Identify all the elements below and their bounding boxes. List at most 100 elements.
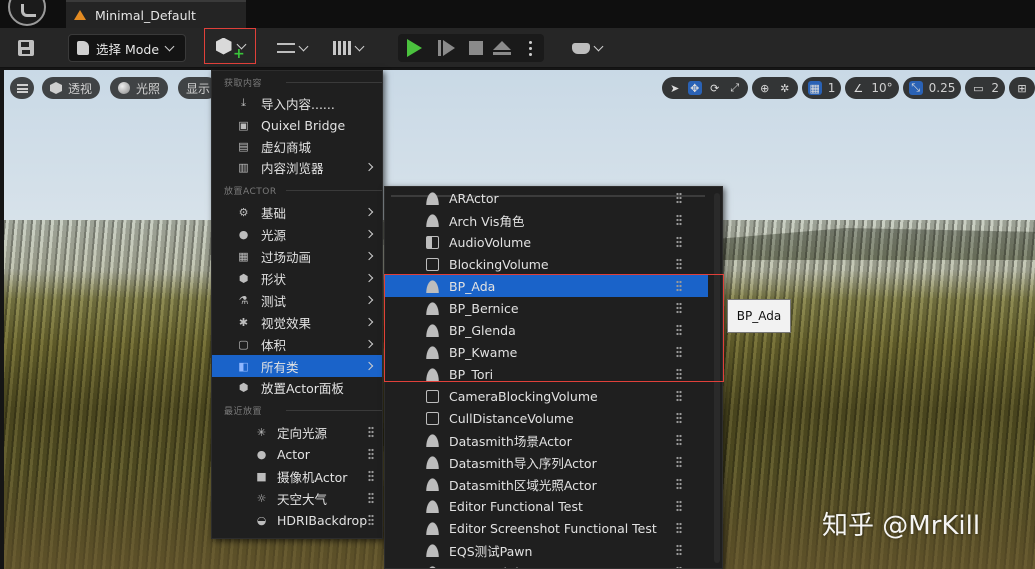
class-item[interactable]: HDRIBackdrop (385, 561, 708, 569)
layout-group[interactable]: ⊞ (1009, 77, 1035, 99)
menu-item-quixel-bridge[interactable]: ▣ Quixel Bridge (212, 114, 382, 136)
hamburger-icon (16, 83, 28, 93)
class-item[interactable]: BP_Kwame (385, 341, 708, 363)
viewport-menu-button[interactable] (10, 77, 34, 99)
class-item[interactable]: AudioVolume (385, 231, 708, 253)
menu-item-basic[interactable]: ⚙ 基础 (212, 201, 382, 223)
drag-handle-icon[interactable] (676, 258, 682, 270)
class-item-label: Datasmith场景Actor (449, 433, 572, 449)
menu-item-volumes[interactable]: ▢ 体积 (212, 333, 382, 355)
class-item-label: EQS测试Pawn (449, 543, 533, 559)
drag-handle-icon[interactable] (676, 236, 682, 248)
class-item[interactable]: BlockingVolume (385, 253, 708, 275)
class-item[interactable]: BP_Ada (385, 275, 708, 297)
recent-item-camera-actor[interactable]: ■ 摄像机Actor (212, 465, 382, 487)
view-mode-button[interactable]: 光照 (110, 77, 169, 99)
blueprint-button[interactable] (272, 34, 312, 62)
chevron-down-icon (354, 41, 365, 51)
menu-item-shapes[interactable]: ⬢ 形状 (212, 267, 382, 289)
scale-snap-group[interactable]: ⤡ 0.25 (902, 77, 962, 99)
drag-handle-icon[interactable] (368, 470, 374, 482)
drag-handle-icon[interactable] (676, 456, 682, 468)
drag-handle-icon[interactable] (676, 346, 682, 358)
class-item-label: HDRIBackdrop (449, 565, 539, 569)
unreal-logo-icon[interactable] (8, 0, 46, 26)
drag-handle-icon[interactable] (676, 368, 682, 380)
drag-handle-icon[interactable] (676, 390, 682, 402)
class-item[interactable]: ARActor (385, 187, 708, 209)
drag-handle-icon[interactable] (676, 434, 682, 446)
rotate-icon[interactable]: ⟳ (708, 81, 722, 95)
level-tab[interactable]: Minimal_Default (66, 0, 246, 28)
class-item[interactable]: BP_Tori (385, 363, 708, 385)
class-item[interactable]: CameraBlockingVolume (385, 385, 708, 407)
menu-item-place-actors-panel[interactable]: ⬢ 放置Actor面板 (212, 376, 382, 398)
class-item[interactable]: CullDistanceVolume (385, 407, 708, 429)
cinematics-button[interactable] (328, 34, 368, 62)
surface-snap-icon[interactable]: ✲ (778, 81, 792, 95)
drag-handle-icon[interactable] (676, 214, 682, 226)
drag-handle-icon[interactable] (676, 302, 682, 314)
advance-frame-button[interactable] (434, 36, 458, 60)
recent-item-hdri-backdrop[interactable]: ◒ HDRIBackdrop (212, 509, 382, 531)
select-cursor-icon[interactable]: ➤ (668, 81, 682, 95)
grid-snap-icon: ▦ (807, 81, 822, 95)
drag-handle-icon[interactable] (676, 280, 682, 292)
submenu-scrollbar[interactable] (714, 193, 720, 563)
scale-icon[interactable]: ⤢ (728, 81, 742, 95)
menu-item-content-browser[interactable]: ▥ 内容浏览器 (212, 156, 382, 178)
menu-item-label: 所有类 (261, 359, 299, 375)
class-list[interactable]: ARActor Arch Vis角色 AudioVolume BlockingVolu… (385, 187, 722, 569)
drag-handle-icon[interactable] (676, 522, 682, 534)
save-icon (18, 40, 34, 56)
class-item[interactable]: Datasmith导入序列Actor (385, 451, 708, 473)
menu-item-marketplace[interactable]: ▤ 虚幻商城 (212, 135, 382, 157)
drag-handle-icon[interactable] (368, 514, 374, 526)
menu-item-visual-effects[interactable]: ✱ 视觉效果 (212, 311, 382, 333)
recent-item-sky-atmosphere[interactable]: ☼ 天空大气 (212, 487, 382, 509)
world-globe-icon[interactable]: ⊕ (758, 81, 772, 95)
eject-button[interactable] (490, 36, 514, 60)
drag-handle-icon[interactable] (368, 492, 374, 504)
class-item[interactable]: Datasmith场景Actor (385, 429, 708, 451)
perspective-button[interactable]: 透视 (42, 77, 101, 99)
menu-item-lights[interactable]: ● 光源 (212, 223, 382, 245)
class-item[interactable]: EQS测试Pawn (385, 539, 708, 561)
quick-add-button[interactable]: + (204, 28, 256, 64)
mode-label: 选择 Mode (96, 41, 160, 57)
class-item[interactable]: BP_Bernice (385, 297, 708, 319)
class-item[interactable]: Datasmith区域光照Actor (385, 473, 708, 495)
dot (528, 52, 532, 56)
play-options-button[interactable] (522, 38, 538, 58)
menu-item-all-classes[interactable]: ◧ 所有类 (212, 355, 382, 377)
recent-item-actor[interactable]: ● Actor (212, 443, 382, 465)
menu-item-import[interactable]: ⤓ 导入内容...... (212, 92, 382, 114)
drag-handle-icon[interactable] (368, 426, 374, 438)
stop-button[interactable] (464, 36, 488, 60)
class-item[interactable]: BP_Glenda (385, 319, 708, 341)
class-item[interactable]: Editor Functional Test (385, 495, 708, 517)
rotation-snap-group[interactable]: ∠ 10° (845, 77, 899, 99)
menu-item-cinematic[interactable]: ▦ 过场动画 (212, 245, 382, 267)
drag-handle-icon[interactable] (676, 500, 682, 512)
drag-handle-icon[interactable] (676, 544, 682, 556)
drag-handle-icon[interactable] (676, 478, 682, 490)
hdri-backdrop-icon: ◒ (256, 513, 267, 527)
camera-volume-icon (426, 389, 439, 403)
drag-handle-icon[interactable] (676, 412, 682, 424)
pawn-icon (426, 279, 439, 293)
translate-icon[interactable]: ✥ (687, 81, 702, 95)
grid-snap-group[interactable]: ▦ 1 (801, 77, 842, 99)
platforms-button[interactable] (566, 34, 608, 62)
play-button[interactable] (402, 36, 426, 60)
recent-item-directional-light[interactable]: ✳ 定向光源 (212, 421, 382, 443)
drag-handle-icon[interactable] (676, 192, 682, 204)
camera-speed-group[interactable]: ▭ 2 (965, 77, 1005, 99)
drag-handle-icon[interactable] (676, 324, 682, 336)
drag-handle-icon[interactable] (368, 448, 374, 460)
mode-select-button[interactable]: 选择 Mode (68, 34, 186, 62)
class-item[interactable]: Editor Screenshot Functional Test (385, 517, 708, 539)
class-item[interactable]: Arch Vis角色 (385, 209, 708, 231)
save-button[interactable] (12, 34, 40, 62)
menu-item-testing[interactable]: ⚗ 测试 (212, 289, 382, 311)
